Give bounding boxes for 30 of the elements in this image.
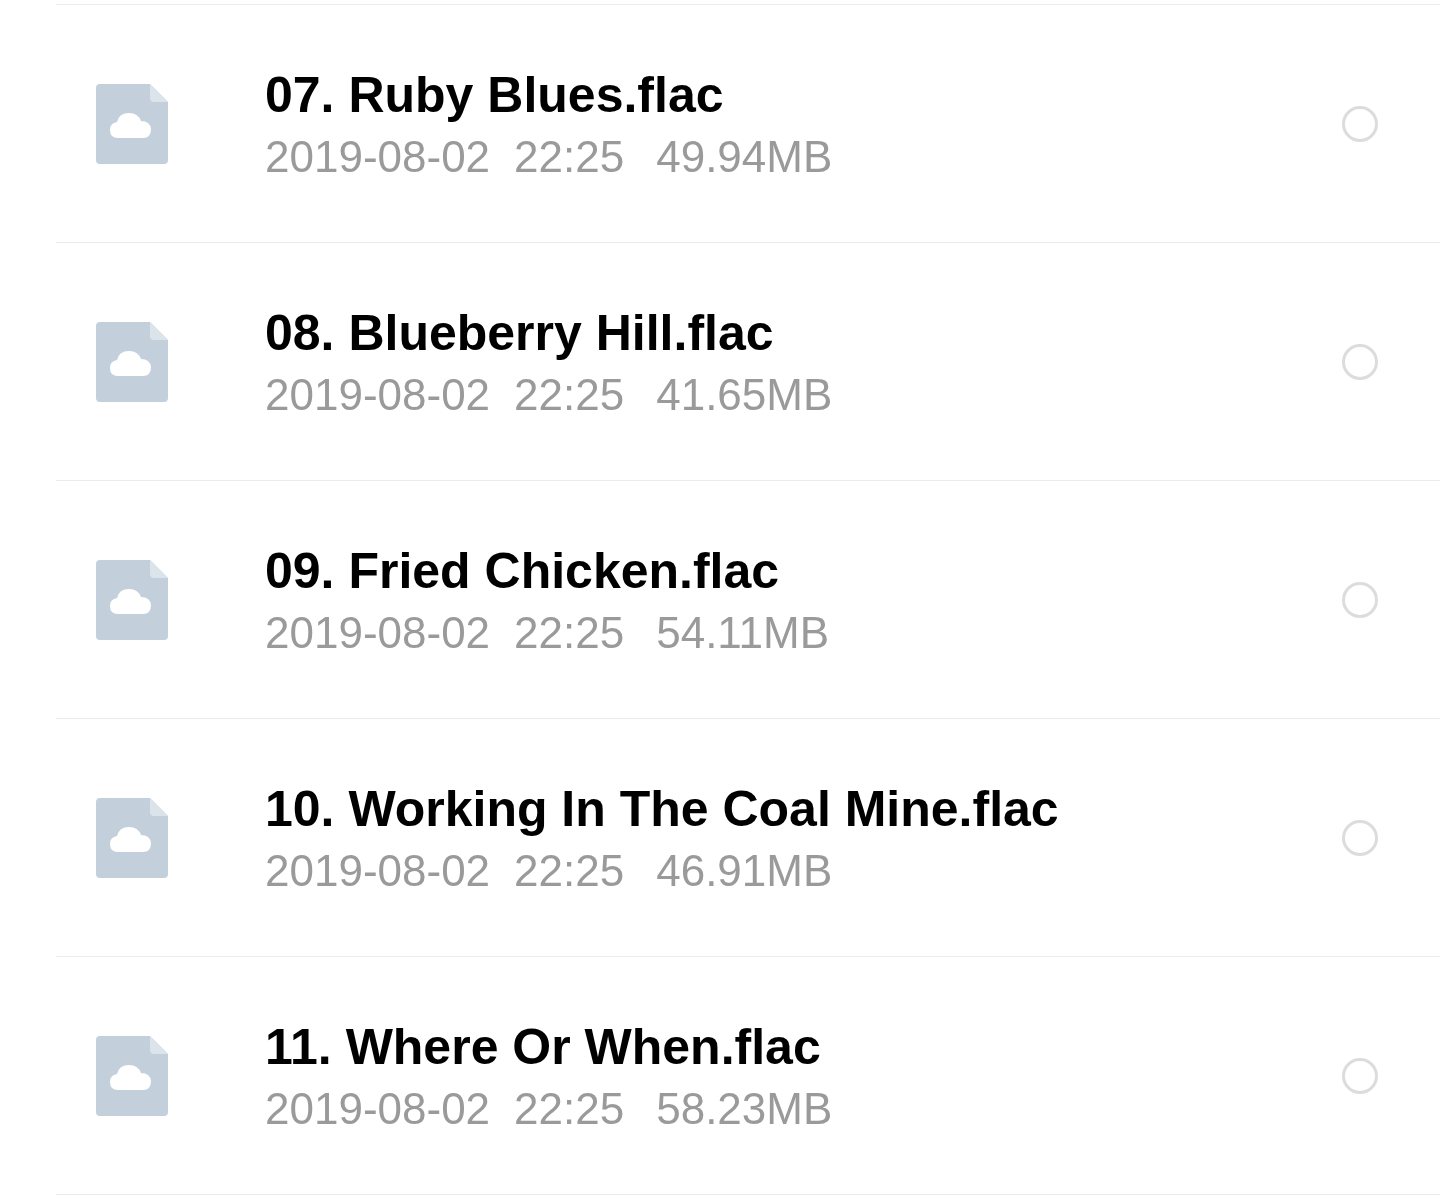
file-size: 49.94MB xyxy=(656,130,833,183)
file-name: 10. Working In The Coal Mine.flac xyxy=(265,779,1060,839)
select-radio[interactable] xyxy=(1342,105,1378,142)
file-name: 11. Where Or When.flac xyxy=(265,1017,822,1077)
select-radio[interactable] xyxy=(1342,819,1378,856)
file-date: 2019-08-02 xyxy=(265,606,491,659)
file-time: 22:25 xyxy=(514,1082,625,1135)
file-time: 22:25 xyxy=(514,368,625,421)
file-name: 07. Ruby Blues.flac xyxy=(265,65,725,125)
select-radio[interactable] xyxy=(1342,1057,1378,1094)
file-time: 22:25 xyxy=(514,844,625,897)
select-radio[interactable] xyxy=(1342,343,1378,380)
file-time: 22:25 xyxy=(514,606,625,659)
file-name: 08. Blueberry Hill.flac xyxy=(265,303,775,363)
cloud-file-icon xyxy=(96,321,168,402)
cloud-file-icon xyxy=(96,1035,168,1116)
cloud-file-icon xyxy=(96,559,168,640)
select-radio[interactable] xyxy=(1342,581,1378,618)
file-date: 2019-08-02 xyxy=(265,368,491,421)
file-date: 2019-08-02 xyxy=(265,844,491,897)
file-size: 41.65MB xyxy=(656,368,833,421)
cloud-file-icon xyxy=(96,83,168,164)
file-time: 22:25 xyxy=(514,130,625,183)
file-date: 2019-08-02 xyxy=(265,1082,491,1135)
file-size: 54.11MB xyxy=(656,606,830,659)
file-name: 09. Fried Chicken.flac xyxy=(265,541,781,601)
cloud-file-icon xyxy=(96,797,168,878)
file-size: 58.23MB xyxy=(656,1082,833,1135)
file-date: 2019-08-02 xyxy=(265,130,491,183)
file-size: 46.91MB xyxy=(656,844,833,897)
